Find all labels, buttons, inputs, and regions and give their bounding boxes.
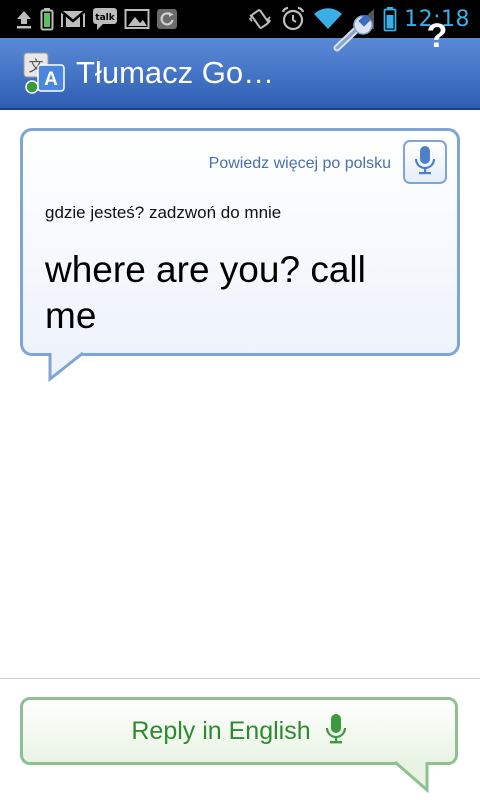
wrench-icon bbox=[331, 13, 377, 57]
reply-label: Reply in English bbox=[131, 716, 311, 745]
talk-icon: talk bbox=[92, 7, 118, 31]
polish-mic-button[interactable] bbox=[403, 140, 447, 184]
vibrate-icon bbox=[247, 6, 273, 32]
gmail-icon bbox=[60, 9, 86, 29]
settings-button[interactable] bbox=[330, 13, 378, 58]
gallery-icon bbox=[124, 8, 150, 30]
divider bbox=[0, 678, 480, 679]
reply-in-english-button[interactable]: Reply in English bbox=[20, 697, 458, 765]
help-button[interactable]: ? bbox=[415, 14, 459, 58]
source-text: gdzie jesteś? zadzwoń do mnie bbox=[45, 203, 282, 222]
microphone-icon bbox=[413, 144, 437, 180]
battery-notification-icon bbox=[40, 7, 54, 31]
notification-icons: talk bbox=[0, 7, 178, 31]
translated-text: where are you? call me bbox=[45, 249, 366, 336]
reply-bubble-tail bbox=[394, 761, 429, 793]
translate-app-icon[interactable]: 文 A bbox=[22, 51, 66, 95]
upload-icon bbox=[14, 8, 34, 30]
svg-text:A: A bbox=[44, 69, 58, 90]
alarm-icon bbox=[280, 6, 306, 32]
status-bar: talk 12:18 bbox=[0, 0, 480, 38]
app-title: Tłumacz Go… bbox=[76, 55, 275, 90]
battery-icon bbox=[383, 6, 397, 32]
bubble-tail bbox=[48, 352, 84, 382]
action-bar: 文 A Tłumacz Go… bbox=[0, 38, 480, 110]
speak-more-label[interactable]: Powiedz więcej po polsku bbox=[209, 155, 391, 173]
sync-icon bbox=[156, 8, 178, 30]
microphone-icon bbox=[325, 712, 347, 750]
svg-text:talk: talk bbox=[95, 13, 115, 23]
translation-bubble: Powiedz więcej po polsku gdzie jesteś? z… bbox=[20, 128, 460, 356]
